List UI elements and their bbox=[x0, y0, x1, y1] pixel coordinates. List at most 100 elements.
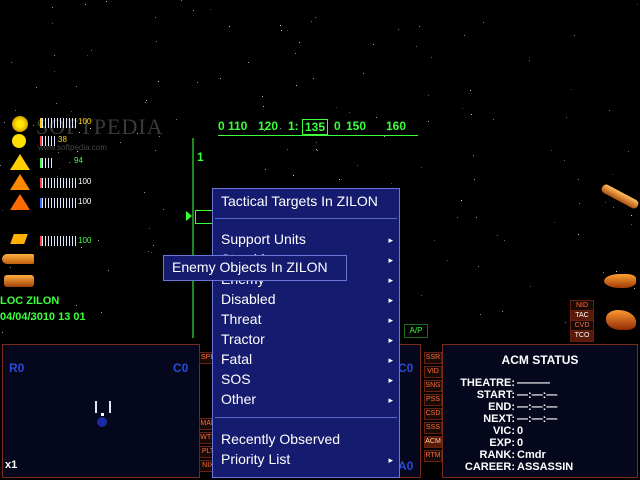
star bbox=[313, 78, 314, 79]
radar-blip bbox=[101, 413, 104, 416]
side-button[interactable]: CSD bbox=[424, 408, 442, 420]
triangle-warning-icon bbox=[10, 174, 30, 190]
tco-button[interactable]: TCO bbox=[570, 330, 594, 342]
star bbox=[280, 25, 281, 26]
sun-icon bbox=[12, 134, 26, 148]
radar-label: C0 bbox=[173, 361, 189, 375]
acm-row-label: NEXT: bbox=[483, 413, 515, 425]
pitch-ladder bbox=[192, 138, 194, 338]
autopilot-button[interactable]: A/P bbox=[404, 324, 428, 338]
triangle-up-icon bbox=[10, 154, 30, 170]
star bbox=[36, 87, 37, 88]
star bbox=[631, 215, 632, 216]
side-button[interactable]: SSS bbox=[424, 422, 442, 434]
side-button[interactable]: SNG bbox=[424, 380, 442, 392]
star bbox=[605, 202, 606, 203]
star bbox=[54, 55, 55, 56]
star bbox=[181, 0, 182, 1]
star bbox=[579, 203, 580, 204]
star bbox=[566, 117, 567, 118]
star bbox=[349, 112, 350, 113]
menu-item-threat[interactable]: Threat bbox=[221, 311, 391, 327]
star bbox=[480, 314, 481, 315]
missile-icon bbox=[600, 183, 640, 210]
star bbox=[87, 55, 88, 56]
cargo-icon bbox=[10, 234, 28, 244]
star bbox=[91, 50, 92, 51]
heading-tick: 0 bbox=[334, 119, 341, 133]
star bbox=[54, 71, 55, 72]
star bbox=[299, 42, 300, 43]
star bbox=[464, 35, 465, 36]
menu-item-priority-list[interactable]: Priority List bbox=[221, 451, 290, 467]
zoom-label: x1 bbox=[5, 459, 18, 471]
star bbox=[315, 17, 316, 18]
star bbox=[612, 174, 613, 175]
star bbox=[551, 150, 552, 151]
heading-tick: 150 bbox=[346, 119, 367, 133]
gauge-value: 100 bbox=[78, 197, 92, 206]
star bbox=[578, 234, 579, 235]
menu-item-fatal[interactable]: Fatal bbox=[221, 351, 391, 367]
star bbox=[457, 217, 458, 218]
star bbox=[108, 270, 109, 271]
acm-row-label: RANK: bbox=[479, 449, 515, 461]
star bbox=[156, 41, 157, 42]
triangle-flame-icon bbox=[10, 194, 30, 210]
gauge-value: 100 bbox=[78, 117, 92, 126]
side-button[interactable]: PSS bbox=[424, 394, 442, 406]
star bbox=[502, 311, 503, 312]
heading-tick: 120 bbox=[258, 119, 279, 133]
menu-item-support-units[interactable]: Support Units bbox=[221, 231, 391, 247]
submenu-arrow-icon: ▸ bbox=[388, 275, 393, 285]
acm-status-panel: ACM STATUS THEATRE: ——— START: —:—:— END: —:—… bbox=[442, 344, 638, 478]
heading-tick: 110 bbox=[228, 119, 248, 133]
star bbox=[637, 4, 638, 5]
acm-row-value: —:—:— bbox=[517, 413, 558, 425]
pitch-marker: 1 bbox=[197, 150, 204, 164]
star bbox=[316, 142, 317, 143]
star bbox=[363, 73, 364, 74]
star bbox=[56, 103, 57, 104]
submenu-arrow-icon: ▸ bbox=[388, 395, 393, 405]
star bbox=[631, 224, 632, 225]
menu-item-sos[interactable]: SOS bbox=[221, 371, 391, 387]
submenu-item-enemy-objects[interactable]: Enemy Objects In ZILON bbox=[172, 259, 328, 275]
acm-row-label: VIC: bbox=[493, 425, 515, 437]
star bbox=[421, 295, 422, 296]
menu-item-tractor[interactable]: Tractor bbox=[221, 331, 391, 347]
star bbox=[529, 60, 530, 61]
left-radar-panel: R0 C0 x1 bbox=[2, 344, 200, 478]
star bbox=[287, 30, 288, 31]
enemy-objects-submenu[interactable]: Enemy Objects In ZILON bbox=[163, 255, 347, 281]
menu-item-other[interactable]: Other bbox=[221, 391, 391, 407]
side-button[interactable]: ACM bbox=[424, 436, 442, 448]
menu-item-recently-observed[interactable]: Recently Observed bbox=[221, 431, 340, 447]
star bbox=[571, 89, 572, 90]
side-button[interactable]: SSR bbox=[424, 352, 442, 364]
star bbox=[293, 175, 294, 176]
star bbox=[158, 81, 159, 82]
side-button[interactable]: VID bbox=[424, 366, 442, 378]
star bbox=[357, 165, 358, 166]
radar-label: R0 bbox=[9, 361, 25, 375]
star bbox=[15, 110, 16, 111]
acm-row-value: ——— bbox=[517, 377, 550, 389]
star bbox=[220, 78, 221, 79]
star bbox=[628, 151, 629, 152]
star bbox=[120, 142, 121, 143]
star bbox=[295, 53, 296, 54]
star bbox=[428, 121, 429, 122]
side-button[interactable]: RTM bbox=[424, 450, 442, 462]
menu-item-disabled[interactable]: Disabled bbox=[221, 291, 391, 307]
star bbox=[144, 192, 145, 193]
star bbox=[248, 62, 249, 63]
center-panel: C0 A0 bbox=[398, 344, 421, 478]
star bbox=[471, 114, 472, 115]
heading-tick: 0 bbox=[218, 119, 225, 133]
menu-title: Tactical Targets In ZILON bbox=[221, 193, 378, 209]
star bbox=[421, 167, 422, 168]
acm-row-value: —:—:— bbox=[517, 401, 558, 413]
submenu-arrow-icon: ▸ bbox=[388, 235, 393, 245]
star bbox=[193, 10, 194, 11]
